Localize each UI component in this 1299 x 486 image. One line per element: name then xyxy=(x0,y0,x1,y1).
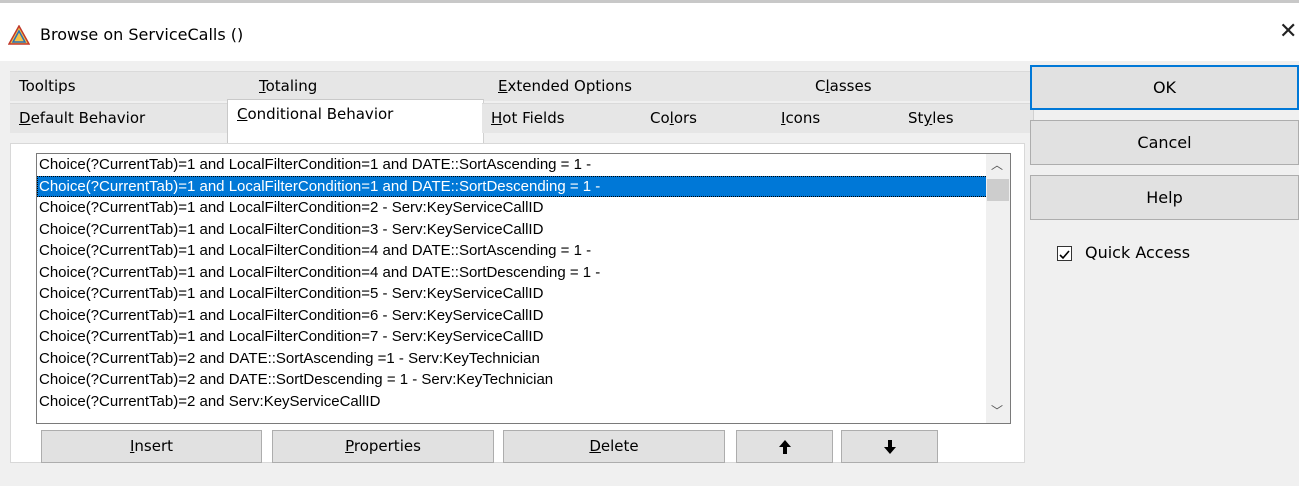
checkmark-icon xyxy=(1059,250,1070,260)
properties-button[interactable]: Properties xyxy=(272,430,494,463)
tab-conditional-behavior[interactable]: Conditional Behavior xyxy=(227,99,484,145)
quick-access-checkbox[interactable] xyxy=(1057,246,1072,261)
list-item[interactable]: Choice(?CurrentTab)=1 and LocalFilterCon… xyxy=(37,197,1010,219)
chevron-down-icon[interactable]: ﹀ xyxy=(991,402,1003,419)
close-icon[interactable]: ✕ xyxy=(1279,19,1297,44)
app-icon xyxy=(8,25,30,45)
conditions-listbox[interactable]: Choice(?CurrentTab)=1 and LocalFilterCon… xyxy=(36,153,1011,424)
quick-access-label[interactable]: Quick Access xyxy=(1085,243,1190,262)
list-item[interactable]: Choice(?CurrentTab)=1 and LocalFilterCon… xyxy=(37,219,1010,241)
list-item[interactable]: Choice(?CurrentTab)=2 and DATE::SortAsce… xyxy=(37,348,1010,370)
tab-colors[interactable]: Colors xyxy=(641,103,773,133)
move-up-button[interactable] xyxy=(736,430,833,463)
window-title: Browse on ServiceCalls () xyxy=(40,25,244,44)
list-item[interactable]: Choice(?CurrentTab)=2 and Serv:KeyServic… xyxy=(37,391,1010,413)
tab-icons[interactable]: Icons xyxy=(772,103,900,133)
tab-tooltips[interactable]: Tooltips xyxy=(10,71,253,101)
tab-extended-options[interactable]: Extended Options xyxy=(489,71,807,101)
list-item[interactable]: Choice(?CurrentTab)=1 and LocalFilterCon… xyxy=(37,154,1010,176)
insert-button[interactable]: Insert xyxy=(41,430,262,463)
title-bar: Browse on ServiceCalls () ✕ xyxy=(0,3,1299,61)
chevron-up-icon[interactable]: ︿ xyxy=(991,156,1003,173)
list-item[interactable]: Choice(?CurrentTab)=1 and LocalFilterCon… xyxy=(37,283,1010,305)
cancel-button[interactable]: Cancel xyxy=(1030,120,1299,165)
tab-default-behavior[interactable]: Default Behavior xyxy=(10,103,228,133)
list-item[interactable]: Choice(?CurrentTab)=1 and LocalFilterCon… xyxy=(37,240,1010,262)
tab-classes[interactable]: Classes xyxy=(806,71,1034,101)
list-item[interactable]: Choice(?CurrentTab)=1 and LocalFilterCon… xyxy=(37,305,1010,327)
list-item[interactable]: Choice(?CurrentTab)=1 and LocalFilterCon… xyxy=(37,262,1010,284)
list-item-selected[interactable]: Choice(?CurrentTab)=1 and LocalFilterCon… xyxy=(37,175,1010,197)
tab-hot-fields[interactable]: Hot Fields xyxy=(482,103,642,133)
tab-totaling[interactable]: Totaling xyxy=(250,71,490,101)
ok-button[interactable]: OK xyxy=(1030,65,1299,110)
arrow-up-icon xyxy=(778,439,791,454)
arrow-down-icon xyxy=(883,439,896,454)
list-scrollbar[interactable]: ︿ ﹀ xyxy=(986,154,1010,423)
move-down-button[interactable] xyxy=(841,430,938,463)
list-item[interactable]: Choice(?CurrentTab)=2 and DATE::SortDesc… xyxy=(37,369,1010,391)
scroll-thumb[interactable] xyxy=(987,179,1009,201)
tab-styles[interactable]: Styles xyxy=(899,103,1034,133)
help-button[interactable]: Help xyxy=(1030,175,1299,220)
list-item[interactable]: Choice(?CurrentTab)=1 and LocalFilterCon… xyxy=(37,326,1010,348)
delete-button[interactable]: Delete xyxy=(503,430,725,463)
